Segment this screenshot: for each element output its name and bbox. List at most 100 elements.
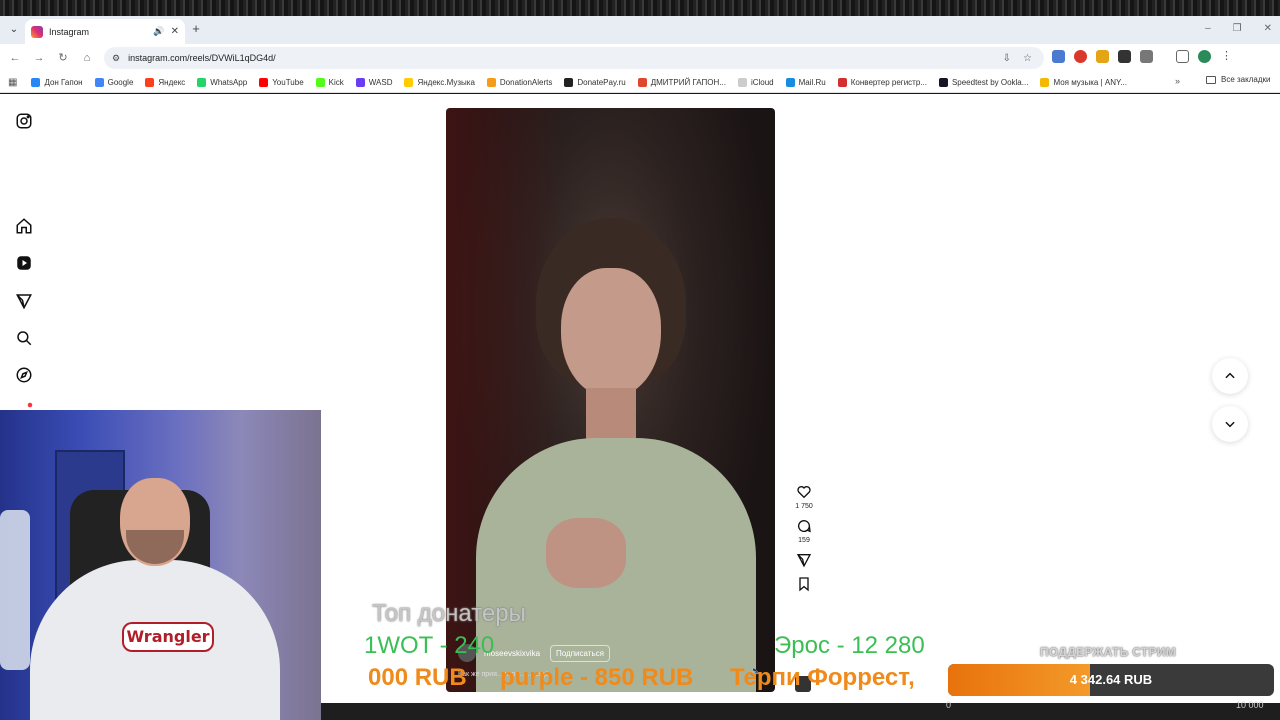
- shield-extension-icon[interactable]: [1096, 50, 1109, 63]
- bookmark-label: Дон Гапон: [44, 77, 83, 87]
- puzzle-icon[interactable]: [1140, 50, 1153, 63]
- bookmark-item[interactable]: YouTube: [259, 77, 304, 87]
- reading-list-icon[interactable]: [1176, 50, 1189, 63]
- bookmark-favicon-icon: [259, 77, 269, 87]
- bookmark-label: YouTube: [272, 77, 304, 87]
- instagram-logo-icon[interactable]: [15, 112, 33, 130]
- donator-line-2-c: Терпи Форрест,: [730, 664, 915, 691]
- bookmark-icon[interactable]: [796, 576, 812, 592]
- bookmark-item[interactable]: DonatePay.ru: [564, 77, 626, 87]
- forward-icon[interactable]: →: [31, 50, 47, 66]
- bookmark-item[interactable]: iCloud: [737, 77, 774, 87]
- address-bar[interactable]: ⚙ instagram.com/reels/DVWiL1qDG4d/ ⇩ ☆: [104, 47, 1044, 69]
- reload-icon[interactable]: ↻: [55, 50, 71, 66]
- all-bookmarks-label: Все закладки: [1221, 75, 1271, 84]
- share-action[interactable]: [790, 552, 818, 568]
- bookmark-item[interactable]: Яндекс: [145, 77, 186, 87]
- minimize-icon[interactable]: –: [1205, 23, 1211, 34]
- bookmark-item[interactable]: ДМИТРИЙ ГАПОН...: [637, 77, 726, 87]
- chevron-down-icon: [1225, 421, 1235, 428]
- bookmark-favicon-icon: [837, 77, 847, 87]
- bookmark-label: Speedtest by Ookla...: [951, 77, 1029, 87]
- webcam-overlay: Wrangler: [0, 410, 321, 720]
- install-app-icon[interactable]: ⇩: [1003, 53, 1011, 64]
- bookmark-item[interactable]: Дон Гапон: [31, 77, 83, 87]
- bookmark-item[interactable]: Яндекс.Музыка: [404, 77, 475, 87]
- profile-avatar[interactable]: [1198, 50, 1211, 63]
- donation-goal-min: 0: [946, 700, 952, 710]
- more-bookmarks-icon[interactable]: »: [1175, 76, 1180, 86]
- bookmark-label: Яндекс.Музыка: [417, 77, 475, 87]
- new-tab-button[interactable]: +: [189, 22, 203, 36]
- reels-nav-icon[interactable]: [15, 254, 33, 272]
- window-close-icon[interactable]: ✕: [1264, 23, 1272, 34]
- bookmark-label: ДМИТРИЙ ГАПОН...: [650, 77, 726, 87]
- bookmark-list: Дон Гапон Google Яндекс WhatsApp YouTube Kick…: [31, 77, 1138, 87]
- speaker-icon[interactable]: 🔊: [153, 26, 164, 37]
- like-action[interactable]: 1 750: [790, 484, 818, 510]
- folder-icon: [1206, 75, 1216, 84]
- bookmark-label: Яндекс: [158, 77, 186, 87]
- bookmark-item[interactable]: Google: [94, 77, 134, 87]
- tab-bar: ⌄ Instagram 🔊 ✕ + – ❐ ✕: [0, 16, 1280, 44]
- screen: ⌄ Instagram 🔊 ✕ + – ❐ ✕ ← → ↻ ⌂ ⚙ instag…: [0, 0, 1280, 720]
- bookmark-item[interactable]: Моя музыка | ANY...: [1040, 77, 1127, 87]
- adblock-extension-icon[interactable]: [1074, 50, 1087, 63]
- bookmark-label: Kick: [328, 77, 344, 87]
- bookmark-item[interactable]: Конвертер регистр...: [837, 77, 927, 87]
- bookmark-label: Моя музыка | ANY...: [1053, 77, 1127, 87]
- url-text[interactable]: instagram.com/reels/DVWiL1qDG4d/: [128, 53, 1003, 63]
- share-icon[interactable]: [796, 552, 812, 568]
- stream-bottom-strip: [321, 703, 1280, 720]
- next-reel-button[interactable]: [1212, 406, 1248, 442]
- bookmark-favicon-icon: [486, 77, 496, 87]
- all-bookmarks-button[interactable]: Все закладки: [1206, 75, 1270, 84]
- comment-action[interactable]: 159: [790, 518, 818, 544]
- comment-icon[interactable]: [796, 518, 812, 534]
- bookmark-item[interactable]: WhatsApp: [197, 77, 247, 87]
- explore-nav-icon[interactable]: [15, 366, 33, 384]
- save-action[interactable]: [790, 576, 818, 592]
- translate-extension-icon[interactable]: [1052, 50, 1065, 63]
- bookmark-star-icon[interactable]: ☆: [1023, 53, 1032, 64]
- extension-icon[interactable]: [1118, 50, 1131, 63]
- messages-nav-icon[interactable]: [15, 292, 33, 310]
- apps-grid-icon[interactable]: ▦: [8, 77, 17, 88]
- donation-goal-max: 10 000: [1236, 700, 1264, 710]
- home-nav-icon[interactable]: [15, 217, 33, 235]
- bookmark-item[interactable]: WASD: [355, 77, 393, 87]
- bookmark-favicon-icon: [197, 77, 207, 87]
- bookmark-label: Google: [107, 77, 134, 87]
- donator-line-2-a: 000 RUB: [368, 664, 467, 691]
- back-icon[interactable]: ←: [7, 50, 23, 66]
- likes-count: 1 750: [795, 503, 813, 510]
- extensions-area: ⋮: [1052, 50, 1233, 63]
- home-icon[interactable]: ⌂: [79, 50, 95, 66]
- bookmark-label: iCloud: [750, 77, 774, 87]
- search-nav-icon[interactable]: [15, 329, 33, 347]
- bookmark-favicon-icon: [564, 77, 574, 87]
- browser-menu-icon[interactable]: ⋮: [1220, 50, 1233, 63]
- bookmark-item[interactable]: DonationAlerts: [486, 77, 552, 87]
- bookmark-label: WASD: [368, 77, 393, 87]
- donation-goal-bar: 4 342.64 RUB: [948, 664, 1274, 696]
- shirt-logo: Wrangler: [122, 622, 214, 652]
- reel-actions: 1 750 159: [790, 484, 818, 600]
- site-info-icon[interactable]: ⚙: [112, 53, 120, 64]
- tab-search-button[interactable]: ⌄: [6, 22, 22, 38]
- tab-instagram[interactable]: Instagram 🔊 ✕: [25, 19, 185, 44]
- top-donators-title: Топ донатеры: [372, 600, 526, 627]
- bookmark-favicon-icon: [94, 77, 104, 87]
- maximize-icon[interactable]: ❐: [1233, 23, 1242, 34]
- bookmark-favicon-icon: [355, 77, 365, 87]
- previous-reel-button[interactable]: [1212, 358, 1248, 394]
- bookmark-item[interactable]: Mail.Ru: [785, 77, 826, 87]
- donator-line-1-right: Эрос - 12 280: [774, 632, 925, 659]
- follow-button[interactable]: Подписаться: [550, 644, 610, 662]
- support-stream-label: ПОДДЕРЖАТЬ СТРИМ: [1040, 645, 1177, 659]
- guitar: [0, 510, 30, 670]
- bookmark-item[interactable]: Kick: [315, 77, 344, 87]
- bookmark-item[interactable]: Speedtest by Ookla...: [938, 77, 1029, 87]
- heart-icon[interactable]: [796, 484, 812, 500]
- close-icon[interactable]: ✕: [171, 26, 179, 37]
